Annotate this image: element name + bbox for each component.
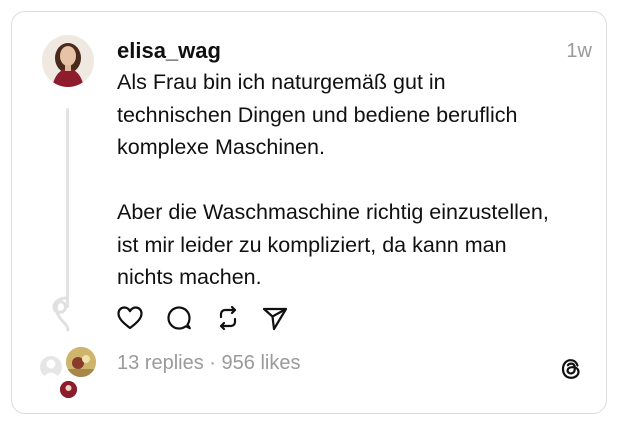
- comment-icon[interactable]: [165, 304, 193, 332]
- post-stats: 13 replies · 956 likes: [117, 352, 300, 375]
- reply-avatar-small-image: [60, 381, 77, 398]
- post-body-line: Aber die Waschmaschine richtig einzustel…: [117, 200, 549, 224]
- avatar-photo: [42, 35, 94, 87]
- replies-count[interactable]: 13 replies: [117, 352, 204, 374]
- post-body-line: Als Frau bin ich naturgemäß gut in: [117, 70, 446, 94]
- thread-line: [66, 108, 69, 308]
- post-body-line: technischen Dingen und bediene beruflich: [117, 102, 518, 127]
- send-icon[interactable]: [261, 304, 289, 332]
- post-body: Als Frau bin ich naturgemäß gut in techn…: [117, 66, 587, 294]
- author-username[interactable]: elisa_wag: [117, 38, 221, 64]
- thread-curl-icon: [52, 296, 70, 332]
- stats-separator: ·: [209, 352, 216, 374]
- post-body-line: [117, 164, 587, 197]
- reply-avatar-placeholder: [40, 356, 62, 378]
- reply-avatar-small: [60, 381, 77, 398]
- post-body-line: nichts machen.: [117, 265, 262, 289]
- post-body-line: ist mir leider zu kompliziert, da kann m…: [117, 232, 507, 257]
- threads-logo-icon[interactable]: [558, 356, 584, 382]
- reply-avatar-image: [66, 347, 96, 377]
- likes-count[interactable]: 956 likes: [222, 352, 301, 374]
- reply-avatar-photo: [66, 347, 96, 377]
- post-timestamp: 1w: [566, 40, 592, 62]
- repost-icon[interactable]: [214, 304, 242, 332]
- heart-icon[interactable]: [116, 304, 144, 332]
- person-icon: [43, 359, 59, 378]
- post-body-line: komplexe Maschinen.: [117, 135, 325, 159]
- author-avatar[interactable]: [42, 35, 94, 87]
